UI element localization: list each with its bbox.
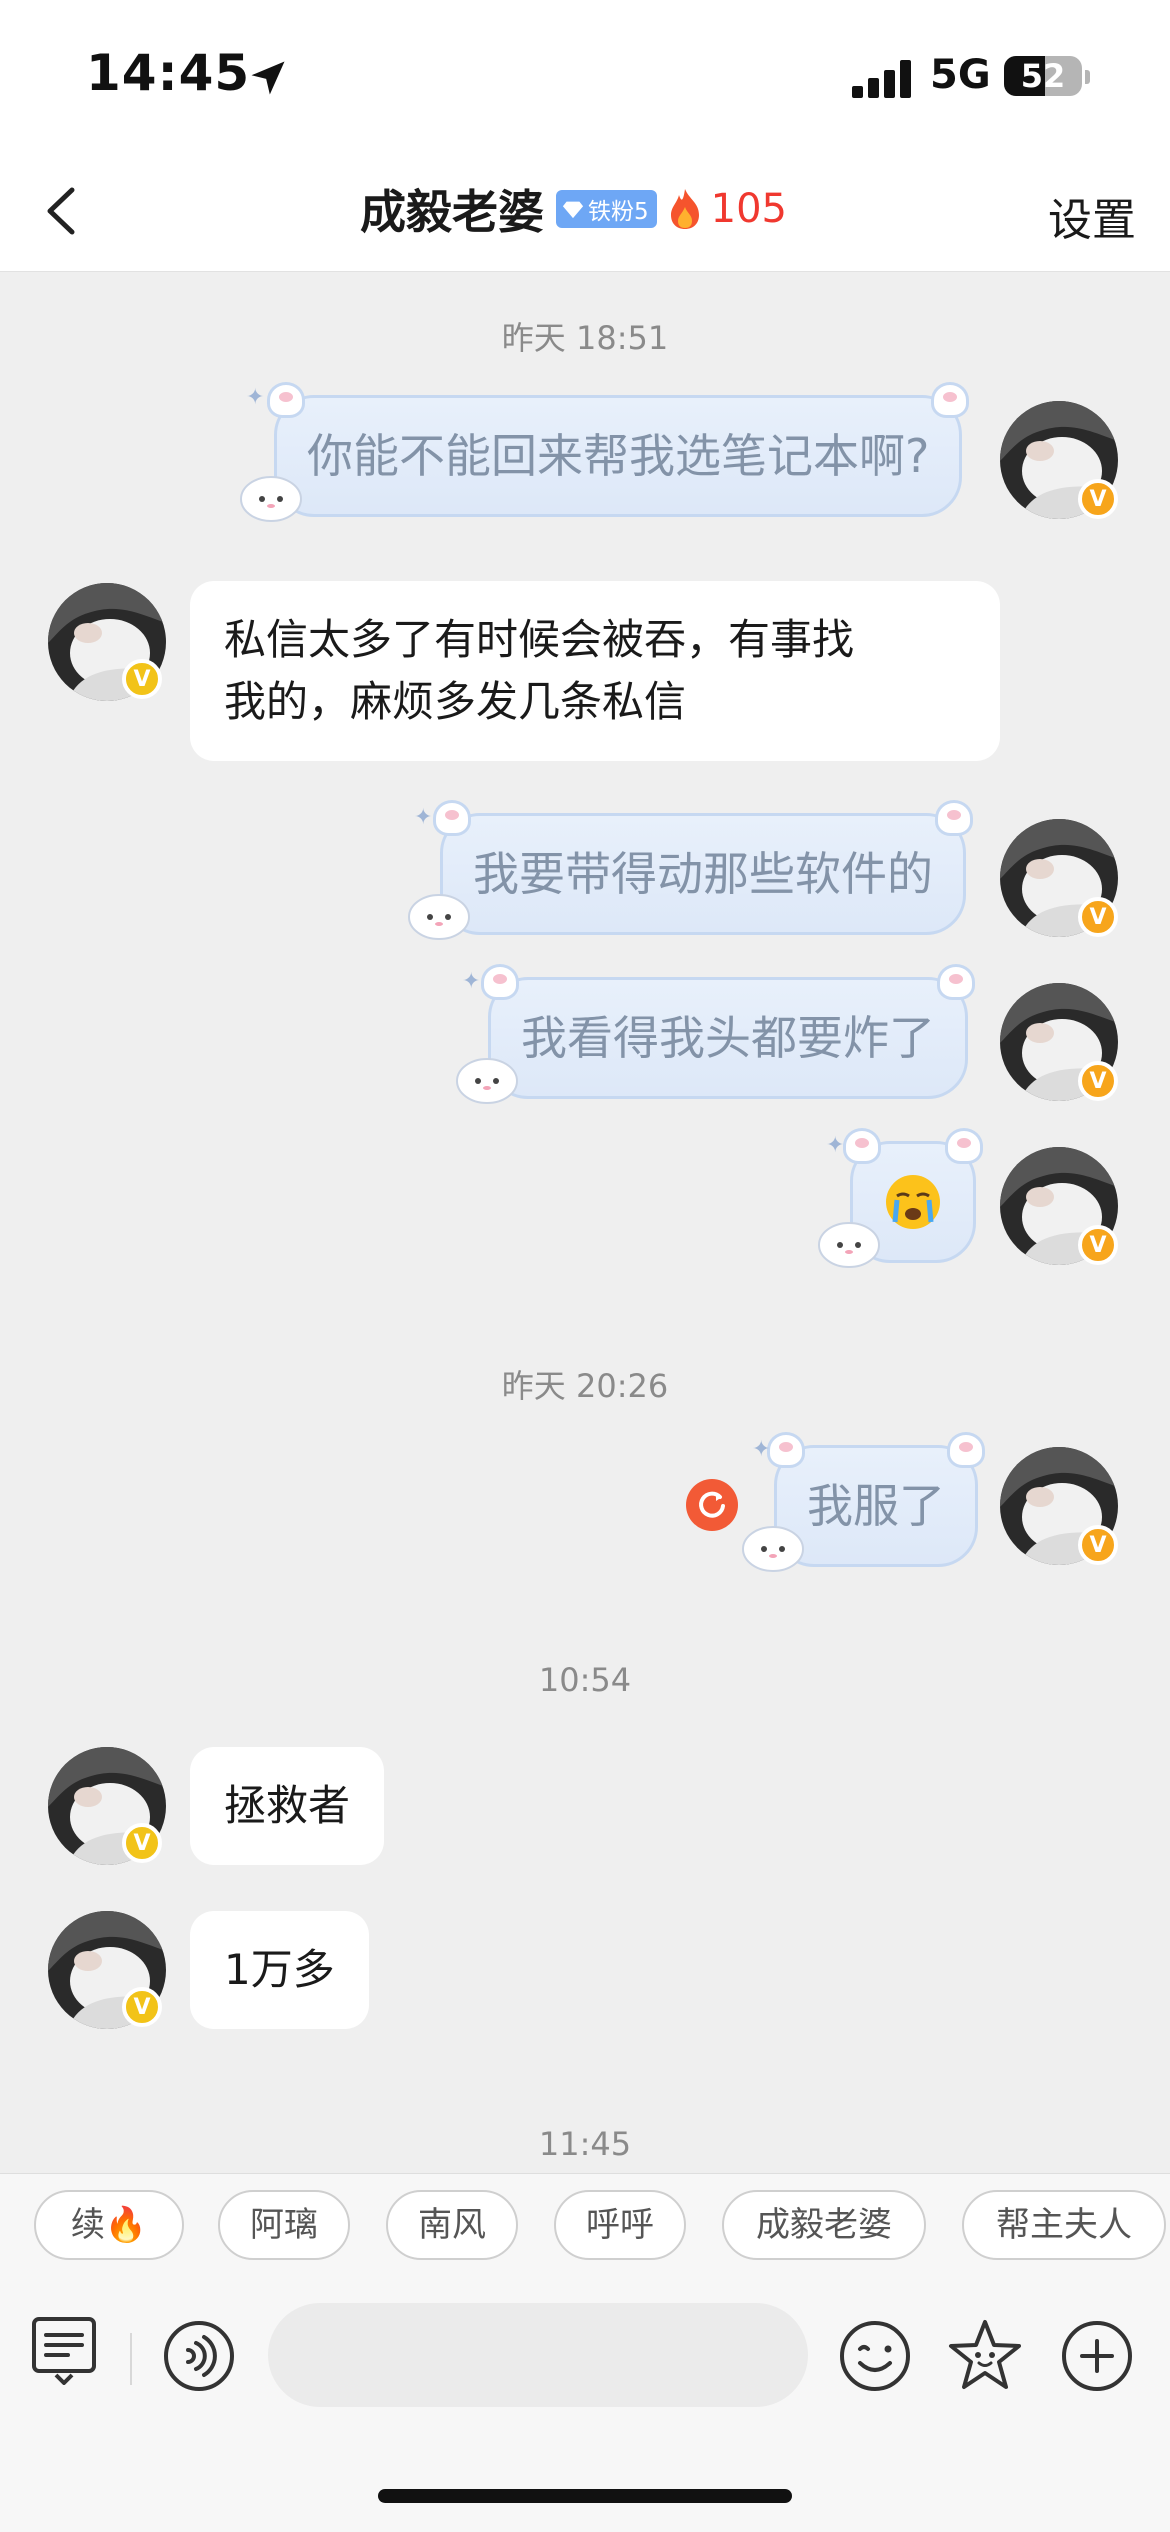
bubble-ear-decoration <box>945 1128 983 1164</box>
battery-percent: 52 <box>1020 57 1066 95</box>
page-title: 成毅老婆 <box>360 185 544 239</box>
message-text-line: 私信太多了有时候会被吞，有事找 <box>224 615 855 664</box>
plus-icon[interactable] <box>1060 2319 1134 2393</box>
title-group: 成毅老婆 铁粉5 105 <box>360 174 787 244</box>
quick-reply-chip[interactable]: 南风 <box>386 2190 518 2260</box>
outgoing-message-bubble[interactable]: 你能不能回来帮我选笔记本啊? <box>267 382 970 517</box>
emoji-smile-icon[interactable] <box>838 2319 912 2393</box>
settings-button[interactable]: 设置 <box>1048 184 1136 248</box>
mascot-sticker-icon <box>408 894 470 940</box>
verified-badge-icon: V <box>1078 1225 1118 1265</box>
mascot-sticker-icon <box>818 1222 880 1268</box>
incoming-message-bubble[interactable]: 私信太多了有时候会被吞，有事找 我的，麻烦多发几条私信 <box>190 581 1000 761</box>
outgoing-message-bubble[interactable]: 我要带得动那些软件的 <box>433 800 973 935</box>
bubble-ear-decoration <box>267 382 305 418</box>
verified-badge-icon: V <box>1078 479 1118 519</box>
divider <box>130 2333 132 2385</box>
mascot-sticker-icon <box>742 1526 804 1572</box>
sparkle-icon: ✦ <box>826 1133 845 1158</box>
message-text-line: 我的，麻烦多发几条私信 <box>224 677 687 726</box>
location-arrow-icon <box>251 61 285 95</box>
mascot-sticker-icon <box>456 1058 518 1104</box>
voice-icon[interactable] <box>162 2319 236 2393</box>
quick-reply-chip[interactable]: 呼呼 <box>554 2190 686 2260</box>
incoming-message-bubble[interactable]: 1万多 <box>190 1911 369 2029</box>
message-text: 你能不能回来帮我选笔记本啊? <box>307 429 930 483</box>
signal-strength-icon <box>852 60 912 98</box>
status-bar: 14:45 5G 52 <box>0 0 1170 150</box>
chat-message-list[interactable]: 昨天 18:51 你能不能回来帮我选笔记本啊? ✦ V V 私信太多了有时候会被… <box>0 273 1170 2173</box>
fan-level-badge: 铁粉5 <box>556 190 657 228</box>
timestamp: 昨天 18:51 <box>501 319 669 357</box>
sparkle-icon: ✦ <box>414 805 433 830</box>
star-face-icon[interactable] <box>946 2317 1024 2395</box>
resend-icon[interactable] <box>686 1479 738 1531</box>
message-text: 我看得我头都要炸了 <box>521 1011 935 1065</box>
message-text: 拯救者 <box>224 1781 351 1830</box>
quick-reply-chip[interactable]: 帮主夫人 <box>962 2190 1166 2260</box>
bubble-ear-decoration <box>767 1432 805 1468</box>
verified-badge-icon: V <box>1078 1061 1118 1101</box>
mascot-sticker-icon <box>240 476 302 522</box>
fan-badge-label: 铁粉5 <box>588 199 649 225</box>
quick-reply-chip[interactable]: 续🔥 <box>34 2190 184 2260</box>
home-indicator <box>378 2489 792 2503</box>
flame-icon <box>670 189 699 229</box>
quick-reply-chip[interactable]: 成毅老婆 <box>722 2190 926 2260</box>
bubble-ear-decoration <box>843 1128 881 1164</box>
message-text: 我服了 <box>807 1479 945 1533</box>
verified-badge-icon: V <box>1078 897 1118 937</box>
chevron-left-icon[interactable] <box>28 176 98 246</box>
sparkle-icon: ✦ <box>752 1437 771 1462</box>
crying-face-emoji-icon <box>886 1175 940 1229</box>
message-text: 我要带得动那些软件的 <box>473 847 933 901</box>
incoming-message-bubble[interactable]: 拯救者 <box>190 1747 385 1865</box>
outgoing-message-bubble[interactable]: 我看得我头都要炸了 <box>481 964 975 1099</box>
bubble-ear-decoration <box>481 964 519 1000</box>
verified-badge-icon: V <box>122 659 162 699</box>
sparkle-icon: ✦ <box>246 385 265 410</box>
verified-badge-icon: V <box>122 1987 162 2027</box>
network-type: 5G <box>930 52 991 98</box>
bubble-ear-decoration <box>947 1432 985 1468</box>
streak-count: 105 <box>710 186 787 232</box>
quick-reply-bar: 续🔥 阿璃 南风 呼呼 成毅老婆 帮主夫人 <box>0 2173 1170 2279</box>
quick-reply-chip[interactable]: 阿璃 <box>218 2190 350 2260</box>
status-time: 14:45 <box>86 44 251 102</box>
message-text: 1万多 <box>224 1945 335 1994</box>
keyboard-list-icon[interactable] <box>28 2313 100 2385</box>
battery-icon: 52 <box>1004 56 1082 96</box>
sparkle-icon: ✦ <box>462 969 481 994</box>
bubble-ear-decoration <box>433 800 471 836</box>
timestamp: 10:54 <box>538 1661 632 1699</box>
verified-badge-icon: V <box>122 1823 162 1863</box>
message-input-bar <box>0 2279 1170 2532</box>
timestamp: 昨天 20:26 <box>501 1367 669 1405</box>
bubble-ear-decoration <box>931 382 970 418</box>
diamond-icon <box>562 201 584 219</box>
bubble-ear-decoration <box>937 964 975 1000</box>
message-input[interactable] <box>268 2303 808 2407</box>
chat-header: 成毅老婆 铁粉5 105 设置 <box>0 150 1170 272</box>
timestamp: 11:45 <box>538 2125 632 2163</box>
battery-cap <box>1085 70 1090 84</box>
bubble-ear-decoration <box>935 800 973 836</box>
verified-badge-icon: V <box>1078 1525 1118 1565</box>
